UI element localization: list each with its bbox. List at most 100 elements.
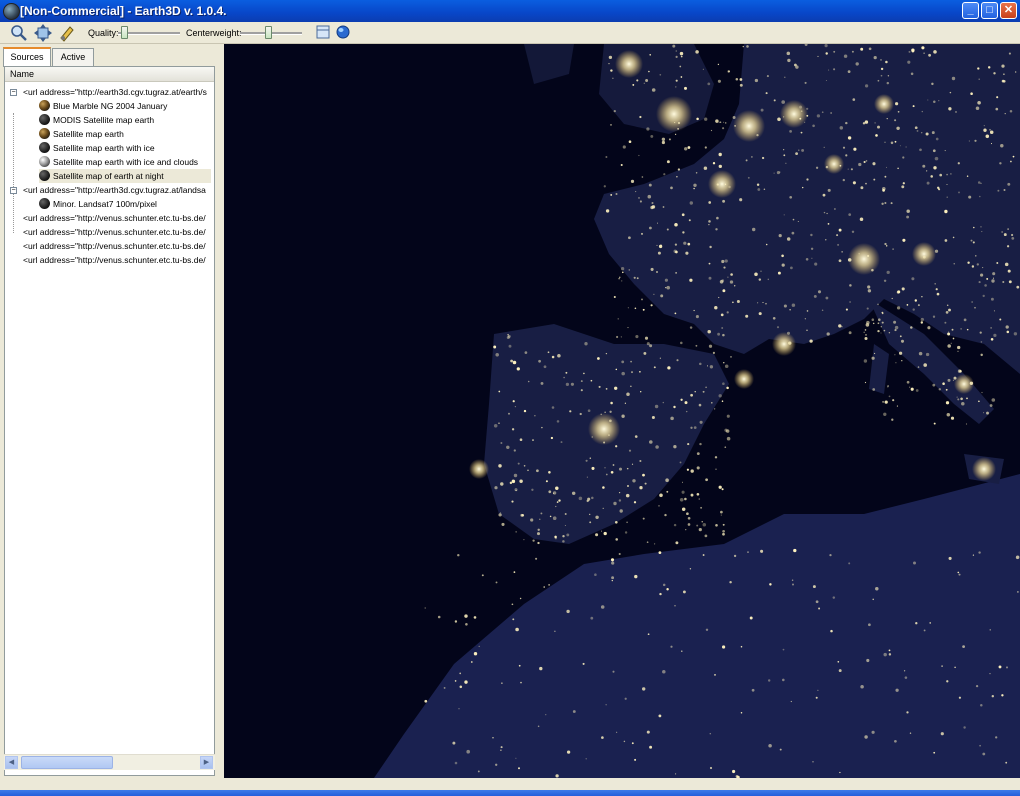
city-light: [653, 293, 655, 296]
tree-item-url-6[interactable]: <url address="http://venus.schunter.etc.…: [23, 253, 206, 267]
city-light: [591, 496, 594, 500]
tree-item-url-4[interactable]: <url address="http://venus.schunter.etc.…: [23, 225, 206, 239]
city-light: [945, 401, 950, 405]
city-light: [877, 125, 880, 129]
settings-icon[interactable]: [58, 24, 76, 42]
city-light: [871, 268, 874, 272]
tab-sources[interactable]: Sources: [3, 47, 51, 67]
city-light: [712, 162, 716, 165]
city-light: [817, 689, 819, 692]
city-light: [793, 548, 797, 553]
view-icon[interactable]: [316, 25, 330, 39]
city-light: [825, 165, 829, 169]
city-light: [867, 254, 870, 258]
horizontal-scrollbar[interactable]: ◀ ▶: [4, 754, 215, 770]
city-light: [1005, 666, 1009, 669]
city-light: [921, 110, 923, 113]
zoom-icon[interactable]: [10, 24, 28, 42]
city-light: [781, 254, 784, 258]
city-light: [666, 228, 669, 231]
city-light: [815, 166, 819, 169]
city-light: [1003, 73, 1005, 76]
city-light: [982, 267, 984, 269]
tree-item-blue-marble[interactable]: Blue Marble NG 2004 January: [39, 99, 167, 113]
city-light: [603, 531, 607, 536]
tree-item-url-5[interactable]: <url address="http://venus.schunter.etc.…: [23, 239, 206, 253]
city-light: [708, 344, 713, 348]
city-light: [791, 231, 795, 235]
collapse-icon[interactable]: −: [10, 89, 17, 96]
city-light: [1001, 79, 1005, 83]
close-button[interactable]: ✕: [1000, 2, 1017, 19]
city-light: [683, 241, 687, 245]
city-light: [602, 507, 604, 509]
city-light: [586, 476, 588, 478]
city-light: [722, 333, 725, 337]
city-light: [921, 295, 923, 298]
city-light: [907, 60, 911, 64]
city-light: [702, 390, 705, 393]
city-light: [822, 193, 826, 197]
city-light: [842, 178, 845, 182]
city-light: [886, 118, 888, 120]
tree-item-landsat[interactable]: Minor. Landsat7 100m/pixel: [39, 197, 157, 211]
city-light: [641, 176, 644, 178]
city-light: [1011, 237, 1015, 240]
city-light: [881, 312, 884, 315]
city-light: [739, 198, 743, 202]
city-light: [639, 115, 642, 119]
city-light: [962, 645, 965, 648]
city-light: [662, 583, 666, 587]
city-light: [809, 339, 813, 343]
move-icon[interactable]: [34, 24, 52, 42]
city-light: [537, 541, 540, 545]
city-light: [922, 164, 926, 168]
minimize-button[interactable]: _: [962, 2, 979, 19]
city-light: [1005, 325, 1009, 329]
scroll-right-icon[interactable]: ▶: [200, 756, 213, 769]
quality-slider-thumb[interactable]: [120, 26, 128, 39]
tab-active[interactable]: Active: [52, 48, 94, 66]
city-light: [675, 50, 677, 52]
city-light: [586, 499, 589, 503]
tree-item-modis[interactable]: MODIS Satellite map earth: [39, 113, 154, 127]
scroll-thumb[interactable]: [21, 756, 113, 769]
city-light: [971, 265, 975, 268]
city-light: [631, 463, 634, 465]
city-light: [726, 436, 731, 441]
city-light: [900, 339, 905, 343]
globe-icon[interactable]: [336, 25, 350, 39]
city-light: [590, 379, 593, 382]
city-light: [922, 255, 926, 259]
city-light: [841, 326, 843, 328]
city-light: [896, 405, 898, 407]
city-light: [944, 239, 948, 242]
city-light: [454, 761, 458, 765]
column-header-name[interactable]: Name: [5, 67, 214, 82]
maximize-button[interactable]: □: [981, 2, 998, 19]
tree-item-url-3[interactable]: <url address="http://venus.schunter.etc.…: [23, 211, 206, 225]
tree-item-satellite-ice[interactable]: Satellite map earth with ice: [39, 141, 155, 155]
city-light: [515, 757, 517, 759]
tree-item-satellite-ice-clouds[interactable]: Satellite map earth with ice and clouds: [39, 155, 198, 169]
city-light: [938, 388, 942, 391]
city-light: [915, 622, 918, 625]
city-light: [615, 368, 618, 371]
collapse-icon[interactable]: −: [10, 187, 17, 194]
city-light: [603, 441, 606, 444]
city-light: [888, 331, 891, 334]
city-light: [860, 47, 864, 51]
city-light: [860, 685, 864, 689]
city-light: [630, 179, 635, 183]
scroll-left-icon[interactable]: ◀: [5, 756, 18, 769]
city-light: [560, 441, 563, 444]
tree-item-satellite-map[interactable]: Satellite map earth: [39, 127, 124, 141]
city-light: [847, 168, 849, 170]
tree-item-earth-at-night[interactable]: Satellite map of earth at night: [39, 169, 211, 183]
centerweight-slider-thumb[interactable]: [264, 26, 272, 39]
city-light: [872, 388, 876, 391]
city-light: [893, 320, 897, 324]
earth-night-map-view[interactable]: [224, 44, 1020, 778]
city-light: [621, 371, 625, 376]
city-light: [897, 110, 900, 113]
